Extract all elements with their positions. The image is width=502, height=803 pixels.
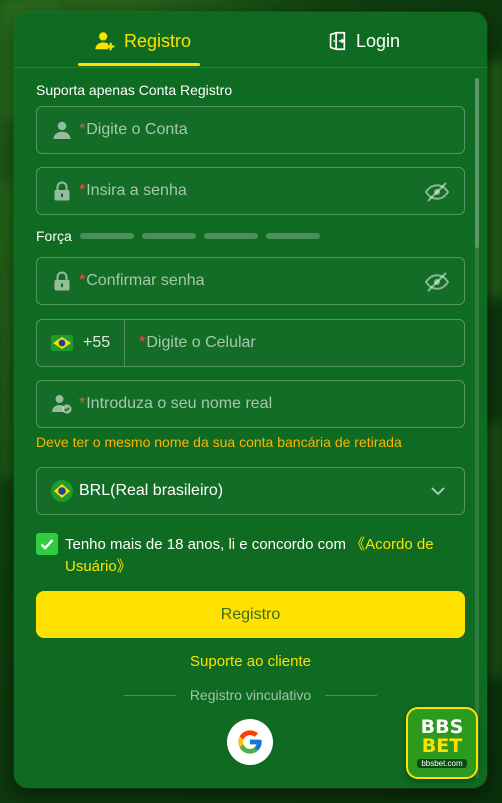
agree-statement: Tenho mais de 18 anos, li e concordo com — [65, 536, 346, 553]
real-name-hint: Deve ter o mesmo nome da sua conta bancá… — [36, 434, 402, 450]
eye-off-icon[interactable] — [424, 271, 450, 293]
check-icon — [40, 539, 54, 550]
phone-placeholder: *Digite o Celular — [139, 334, 256, 351]
agree-text: Tenho mais de 18 anos, li e concordo com… — [65, 534, 465, 578]
user-icon — [51, 119, 73, 141]
country-code: +55 — [83, 334, 111, 351]
auth-tabs: Registro Login — [14, 12, 487, 68]
account-field[interactable]: *Digite o Conta — [36, 106, 465, 154]
strength-bar — [79, 233, 134, 239]
binding-divider: Registro vinculativo — [124, 687, 378, 703]
divider-text: Registro vinculativo — [189, 687, 312, 703]
confirm-password-field[interactable]: *Confirmar senha — [36, 257, 465, 305]
brazil-flag-icon — [51, 480, 73, 502]
strength-bar — [141, 233, 196, 239]
brazil-flag-icon — [51, 335, 73, 351]
divider-line — [124, 694, 176, 696]
user-check-icon — [51, 393, 73, 415]
real-name-placeholder: *Introduza o seu nome real — [79, 395, 273, 412]
password-field[interactable]: *Insira a senha — [36, 167, 465, 215]
lock-icon — [51, 180, 73, 202]
strength-bar — [203, 233, 258, 239]
strength-bar — [265, 233, 320, 239]
country-code-selector[interactable]: +55 — [37, 320, 126, 366]
account-placeholder: *Digite o Conta — [79, 121, 188, 138]
active-tab-indicator — [78, 63, 200, 66]
bbsbet-logo: BBS BET bbsbet.com — [406, 707, 478, 779]
google-login-button[interactable] — [227, 719, 273, 765]
google-icon — [238, 730, 262, 754]
tab-register[interactable]: Registro — [94, 26, 191, 56]
currency-value: BRL(Real brasileiro) — [79, 482, 224, 499]
scrollbar[interactable] — [475, 78, 479, 778]
phone-field[interactable]: +55 *Digite o Celular — [36, 319, 465, 367]
logo-line-2: BET — [421, 735, 463, 757]
divider-line — [325, 694, 378, 696]
scrollbar-thumb[interactable] — [475, 78, 479, 248]
password-placeholder: *Insira a senha — [79, 182, 187, 199]
eye-off-icon[interactable] — [424, 181, 450, 203]
tab-login-label: Login — [356, 30, 401, 51]
currency-select[interactable]: BRL(Real brasileiro) — [36, 467, 465, 515]
strength-label: Força — [36, 228, 72, 244]
tab-register-label: Registro — [124, 30, 192, 51]
agree-checkbox[interactable] — [36, 533, 58, 555]
chevron-down-icon — [431, 487, 445, 496]
logo-domain: bbsbet.com — [417, 759, 467, 768]
user-add-icon — [95, 32, 115, 51]
register-modal: Registro Login Suporta apenas Conta Regi… — [14, 12, 487, 788]
tab-login[interactable]: Login — [326, 26, 400, 56]
register-submit-button[interactable]: Registro — [36, 591, 465, 638]
support-note: Suporta apenas Conta Registro — [36, 82, 233, 98]
confirm-password-placeholder: *Confirmar senha — [79, 272, 205, 289]
login-door-icon — [329, 31, 346, 51]
lock-icon — [51, 270, 73, 292]
password-strength: Força — [36, 228, 328, 244]
customer-support-link[interactable]: Suporte ao cliente — [14, 653, 487, 670]
real-name-field[interactable]: *Introduza o seu nome real — [36, 380, 465, 428]
